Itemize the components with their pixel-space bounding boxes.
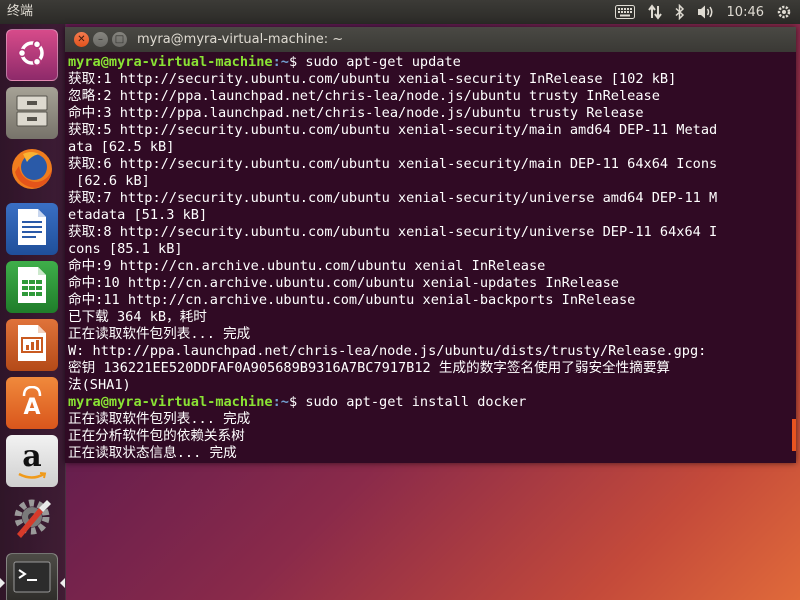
terminal-titlebar[interactable]: ✕ – □ myra@myra-virtual-machine: ~ xyxy=(65,27,796,52)
command-text: $ sudo apt-get install docker xyxy=(288,394,527,410)
focused-indicator xyxy=(60,578,65,588)
amazon-letter: a xyxy=(22,439,42,474)
scrollbar[interactable] xyxy=(792,419,796,451)
terminal-button[interactable] xyxy=(6,553,58,600)
prompt-user: myra@myra-virtual-machine xyxy=(68,394,273,410)
terminal-line: 法(SHA1) xyxy=(68,377,131,393)
terminal-line: 正在读取软件包列表... 完成 xyxy=(68,326,251,342)
keyboard-icon[interactable] xyxy=(614,5,635,19)
terminal-line: 获取:6 http://security.ubuntu.com/ubuntu x… xyxy=(68,156,718,172)
terminal-line: 已下载 364 kB，耗时 xyxy=(68,309,207,325)
terminal-line: 获取:7 http://security.ubuntu.com/ubuntu x… xyxy=(68,190,718,206)
settings-button[interactable] xyxy=(6,493,58,545)
terminal-line: 命中:9 http://cn.archive.ubuntu.com/ubuntu… xyxy=(68,258,546,274)
terminal-line: etadata [51.3 kB] xyxy=(68,207,208,223)
terminal-line: myra@myra-virtual-machine:~$ sudo apt-ge… xyxy=(68,54,788,71)
terminal-line: cons [85.1 kB] xyxy=(68,241,183,257)
writer-button[interactable] xyxy=(6,203,58,255)
software-center-icon: A xyxy=(14,386,50,420)
volume-icon[interactable] xyxy=(697,4,715,20)
minimize-icon: – xyxy=(98,33,103,45)
running-indicator xyxy=(0,578,5,588)
clock[interactable]: 10:46 xyxy=(727,5,764,20)
top-panel: 终端 10:46 xyxy=(0,0,800,24)
terminal-window[interactable]: ✕ – □ myra@myra-virtual-machine: ~ myra@… xyxy=(65,27,796,463)
writer-icon xyxy=(14,207,50,251)
close-icon: ✕ xyxy=(77,33,86,45)
dash-button[interactable] xyxy=(6,29,58,81)
terminal-line: 获取:5 http://security.ubuntu.com/ubuntu x… xyxy=(68,122,718,138)
maximize-button[interactable]: □ xyxy=(112,32,127,47)
window-title: myra@myra-virtual-machine: ~ xyxy=(137,32,344,47)
software-center-letter: A xyxy=(23,395,41,420)
terminal-line: 命中:10 http://cn.archive.ubuntu.com/ubunt… xyxy=(68,275,619,291)
terminal-line: 正在读取软件包列表... 完成 xyxy=(68,411,251,427)
calc-icon xyxy=(14,265,50,309)
prompt-path: :~ xyxy=(272,54,289,70)
software-center-button[interactable]: A xyxy=(6,377,58,429)
active-app-title: 终端 xyxy=(7,4,34,19)
close-button[interactable]: ✕ xyxy=(74,32,89,47)
files-button[interactable] xyxy=(6,87,58,139)
amazon-button[interactable]: a xyxy=(6,435,58,487)
power-gear-icon[interactable] xyxy=(776,4,792,20)
window-controls: ✕ – □ xyxy=(74,32,127,47)
settings-icon xyxy=(9,494,55,544)
files-icon xyxy=(13,92,51,134)
network-transfer-icon[interactable] xyxy=(647,4,663,20)
minimize-button[interactable]: – xyxy=(93,32,108,47)
terminal-line: 获取:1 http://security.ubuntu.com/ubuntu x… xyxy=(68,71,677,87)
amazon-icon: a xyxy=(17,442,47,480)
prompt-path: :~ xyxy=(272,394,289,410)
terminal-line: 命中:3 http://ppa.launchpad.net/chris-lea/… xyxy=(68,105,644,121)
impress-icon xyxy=(14,323,50,367)
prompt-user: myra@myra-virtual-machine xyxy=(68,54,273,70)
impress-button[interactable] xyxy=(6,319,58,371)
firefox-button[interactable] xyxy=(6,145,58,197)
terminal-line: 正在读取状态信息... 完成 xyxy=(68,445,237,459)
terminal-line: ata [62.5 kB] xyxy=(68,139,175,155)
terminal-line: 密钥 136221EE520DDFAF0A905689B9316A7BC7917… xyxy=(68,360,671,376)
terminal-line: 正在分析软件包的依赖关系树 xyxy=(68,428,245,444)
firefox-icon xyxy=(9,146,55,196)
terminal-output[interactable]: myra@myra-virtual-machine:~$ sudo apt-ge… xyxy=(68,54,788,459)
terminal-line: [62.6 kB] xyxy=(68,173,150,189)
terminal-line: 忽略:2 http://ppa.launchpad.net/chris-lea/… xyxy=(68,88,660,104)
terminal-line: W: http://ppa.launchpad.net/chris-lea/no… xyxy=(68,343,707,359)
ubuntu-dash-icon xyxy=(13,34,51,76)
terminal-line: 获取:8 http://security.ubuntu.com/ubuntu x… xyxy=(68,224,718,240)
terminal-icon xyxy=(13,561,51,597)
terminal-line: myra@myra-virtual-machine:~$ sudo apt-ge… xyxy=(68,394,788,411)
terminal-line: 命中:11 http://cn.archive.ubuntu.com/ubunt… xyxy=(68,292,636,308)
indicator-area: 10:46 xyxy=(614,0,792,24)
bluetooth-icon[interactable] xyxy=(675,4,685,20)
maximize-icon: □ xyxy=(114,33,125,45)
command-text: $ sudo apt-get update xyxy=(288,54,461,70)
launcher: A a xyxy=(0,24,66,600)
calc-button[interactable] xyxy=(6,261,58,313)
